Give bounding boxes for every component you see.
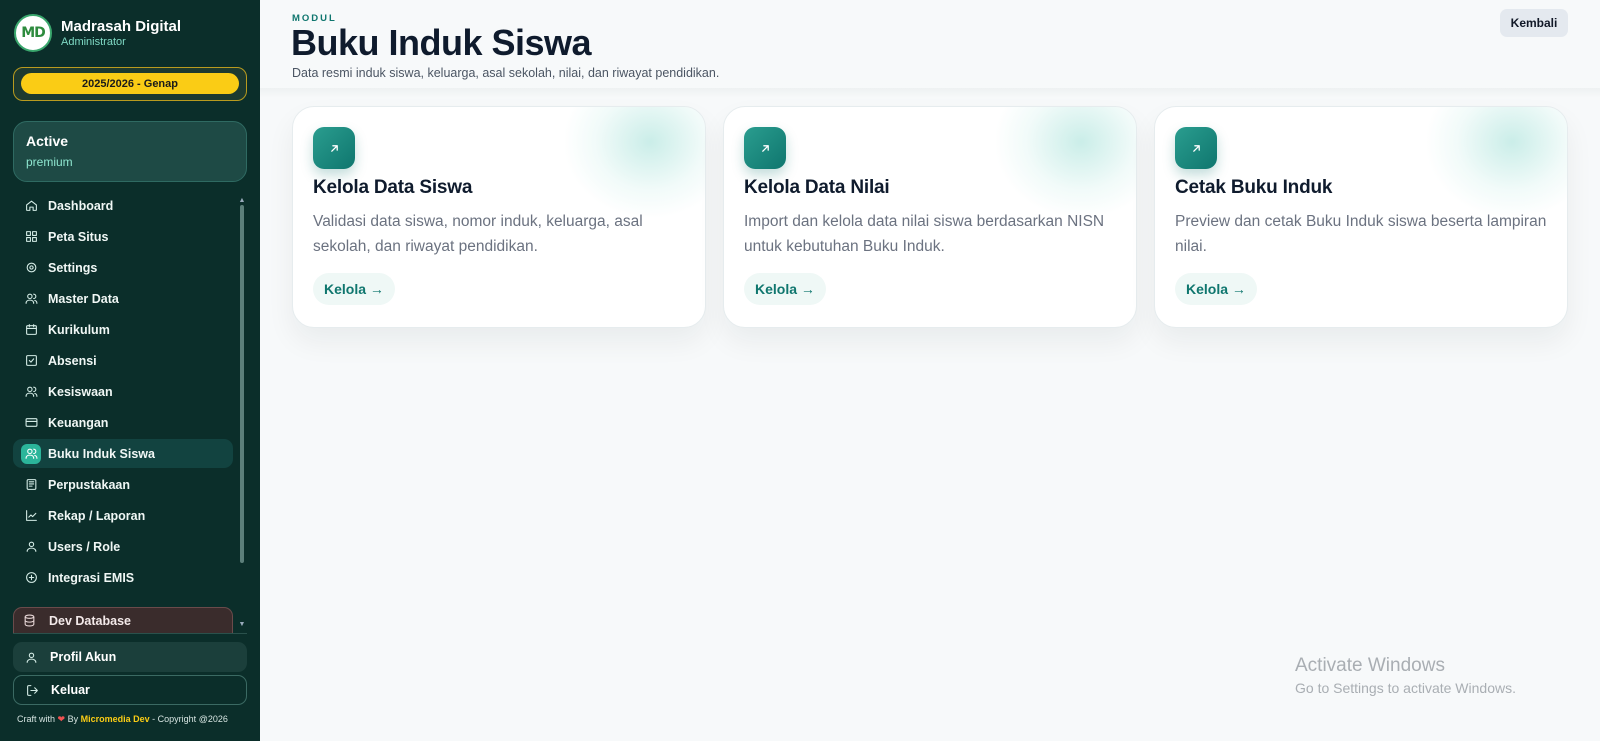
sidebar-item-label: Master Data <box>48 291 119 306</box>
watermark-line-2: Go to Settings to activate Windows. <box>1295 680 1516 696</box>
card-title: Kelola Data Nilai <box>744 177 890 198</box>
academic-year-selector[interactable]: 2025/2026 - Genap <box>13 67 247 101</box>
footer-brand-link[interactable]: Micromedia Dev <box>81 714 150 724</box>
arrow-up-right-icon <box>313 127 355 169</box>
sidebar-item-absensi[interactable]: Absensi <box>13 346 233 375</box>
sidebar-item-label: Peta Situs <box>48 229 109 244</box>
home-icon <box>21 196 41 216</box>
sidebar-item-label: Users / Role <box>48 539 121 554</box>
card-kelola-data-nilai[interactable]: Kelola Data Nilai Import dan kelola data… <box>723 106 1137 328</box>
sidebar-item-kurikulum[interactable]: Kurikulum <box>13 315 233 344</box>
brand[interactable]: MD Madrasah Digital Administrator <box>14 14 181 52</box>
page-title: Buku Induk Siswa <box>291 22 592 63</box>
users-icon <box>21 443 41 464</box>
card-title: Cetak Buku Induk <box>1175 177 1333 198</box>
logout-label: Keluar <box>51 683 90 697</box>
sidebar-item-label: Perpustakaan <box>48 477 130 492</box>
profile-button[interactable]: Profil Akun <box>13 642 247 672</box>
sidebar-item-label: Buku Induk Siswa <box>48 446 155 461</box>
dev-database-button[interactable]: Dev Database <box>13 607 233 633</box>
sidebar-item-label: Settings <box>48 260 98 275</box>
card-title: Kelola Data Siswa <box>313 177 473 198</box>
sidebar-scrollbar-thumb[interactable] <box>240 205 244 563</box>
subscription-status-card: Active premium <box>13 121 247 182</box>
sidebar: MD Madrasah Digital Administrator 2025/2… <box>0 0 260 741</box>
sidebar-item-dashboard[interactable]: Dashboard <box>13 191 233 220</box>
brand-logo: MD <box>14 14 52 52</box>
chart-icon <box>21 506 41 526</box>
sidebar-item-keuangan[interactable]: Keuangan <box>13 408 233 437</box>
status-subtitle: premium <box>26 155 73 169</box>
users-icon <box>21 382 41 402</box>
main-content: MODUL Buku Induk Siswa Data resmi induk … <box>260 0 1600 741</box>
footer-prefix: Craft with <box>17 714 56 724</box>
header-divider <box>260 88 1600 98</box>
module-cards: Kelola Data Siswa Validasi data siswa, n… <box>292 106 1568 328</box>
back-button[interactable]: Kembali <box>1500 9 1568 37</box>
sidebar-item-rekap-laporan[interactable]: Rekap / Laporan <box>13 501 233 530</box>
card-kelola-data-siswa[interactable]: Kelola Data Siswa Validasi data siswa, n… <box>292 106 706 328</box>
brand-title: Madrasah Digital <box>61 18 182 35</box>
calendar-icon <box>21 320 41 340</box>
book-icon <box>21 475 41 495</box>
sidebar-item-label: Kurikulum <box>48 322 110 337</box>
status-title: Active <box>26 133 69 149</box>
academic-year-pill[interactable]: 2025/2026 - Genap <box>21 73 239 94</box>
card-cetak-buku-induk[interactable]: Cetak Buku Induk Preview dan cetak Buku … <box>1154 106 1568 328</box>
scroll-down-arrow-icon[interactable]: ▼ <box>238 621 246 629</box>
page-header: MODUL Buku Induk Siswa Data resmi induk … <box>260 0 1600 90</box>
dev-database-label: Dev Database <box>49 613 131 628</box>
sidebar-item-perpustakaan[interactable]: Perpustakaan <box>13 470 233 499</box>
footer-copyright: - Copyright @2026 <box>152 714 228 724</box>
database-icon <box>24 614 35 627</box>
sidebar-item-master-data[interactable]: Master Data <box>13 284 233 313</box>
sidebar-item-peta-situs[interactable]: Peta Situs <box>13 222 233 251</box>
kelola-button[interactable]: Kelola → <box>744 273 826 305</box>
profile-label: Profil Akun <box>50 650 117 664</box>
logout-button[interactable]: Keluar <box>13 675 247 705</box>
brand-subtitle: Administrator <box>61 36 126 48</box>
card-description: Preview dan cetak Buku Induk siswa beser… <box>1175 213 1547 255</box>
card-glow <box>996 107 1136 217</box>
kelola-button[interactable]: Kelola → <box>313 273 395 305</box>
page-description: Data resmi induk siswa, keluarga, asal s… <box>292 66 720 80</box>
user-icon <box>21 537 41 557</box>
user-icon <box>26 652 37 663</box>
card-glow <box>1427 107 1567 217</box>
gear-icon <box>21 258 41 278</box>
sidebar-item-label: Absensi <box>48 353 97 368</box>
windows-activation-watermark: Activate Windows Go to Settings to activ… <box>1295 655 1516 696</box>
sidebar-menu: Dashboard Peta Situs Settings Master Dat… <box>13 191 233 594</box>
sidebar-item-settings[interactable]: Settings <box>13 253 233 282</box>
sidebar-divider <box>13 633 247 634</box>
scroll-up-arrow-icon[interactable]: ▲ <box>238 197 246 205</box>
users-icon <box>21 289 41 309</box>
checkbox-icon <box>21 351 41 371</box>
plus-circle-icon <box>21 568 41 588</box>
sidebar-item-label: Keuangan <box>48 415 109 430</box>
sidebar-item-label: Integrasi EMIS <box>48 570 135 585</box>
kelola-button[interactable]: Kelola → <box>1175 273 1257 305</box>
card-description: Validasi data siswa, nomor induk, keluar… <box>313 213 643 255</box>
grid-icon <box>21 227 41 247</box>
heart-icon: ❤ <box>57 714 66 724</box>
arrow-up-right-icon <box>1175 127 1217 169</box>
card-icon <box>21 413 41 433</box>
card-description: Import dan kelola data nilai siswa berda… <box>744 213 1105 255</box>
sidebar-item-label: Kesiswaan <box>48 384 113 399</box>
sidebar-scrollbar[interactable]: ▲ ▼ <box>238 197 246 629</box>
sidebar-item-label: Dashboard <box>48 198 114 213</box>
sidebar-item-kesiswaan[interactable]: Kesiswaan <box>13 377 233 406</box>
logout-icon <box>27 684 38 696</box>
sidebar-item-buku-induk-siswa[interactable]: Buku Induk Siswa <box>13 439 233 468</box>
watermark-line-1: Activate Windows <box>1295 655 1445 676</box>
sidebar-footer: Craft with ❤ By Micromedia Dev - Copyrig… <box>17 714 228 725</box>
card-glow <box>565 107 705 217</box>
sidebar-item-integrasi-emis[interactable]: Integrasi EMIS <box>13 563 233 592</box>
footer-by: By <box>67 714 79 724</box>
arrow-up-right-icon <box>744 127 786 169</box>
sidebar-item-users-role[interactable]: Users / Role <box>13 532 233 561</box>
logo-text: MD <box>21 25 46 41</box>
sidebar-item-label: Rekap / Laporan <box>48 508 146 523</box>
